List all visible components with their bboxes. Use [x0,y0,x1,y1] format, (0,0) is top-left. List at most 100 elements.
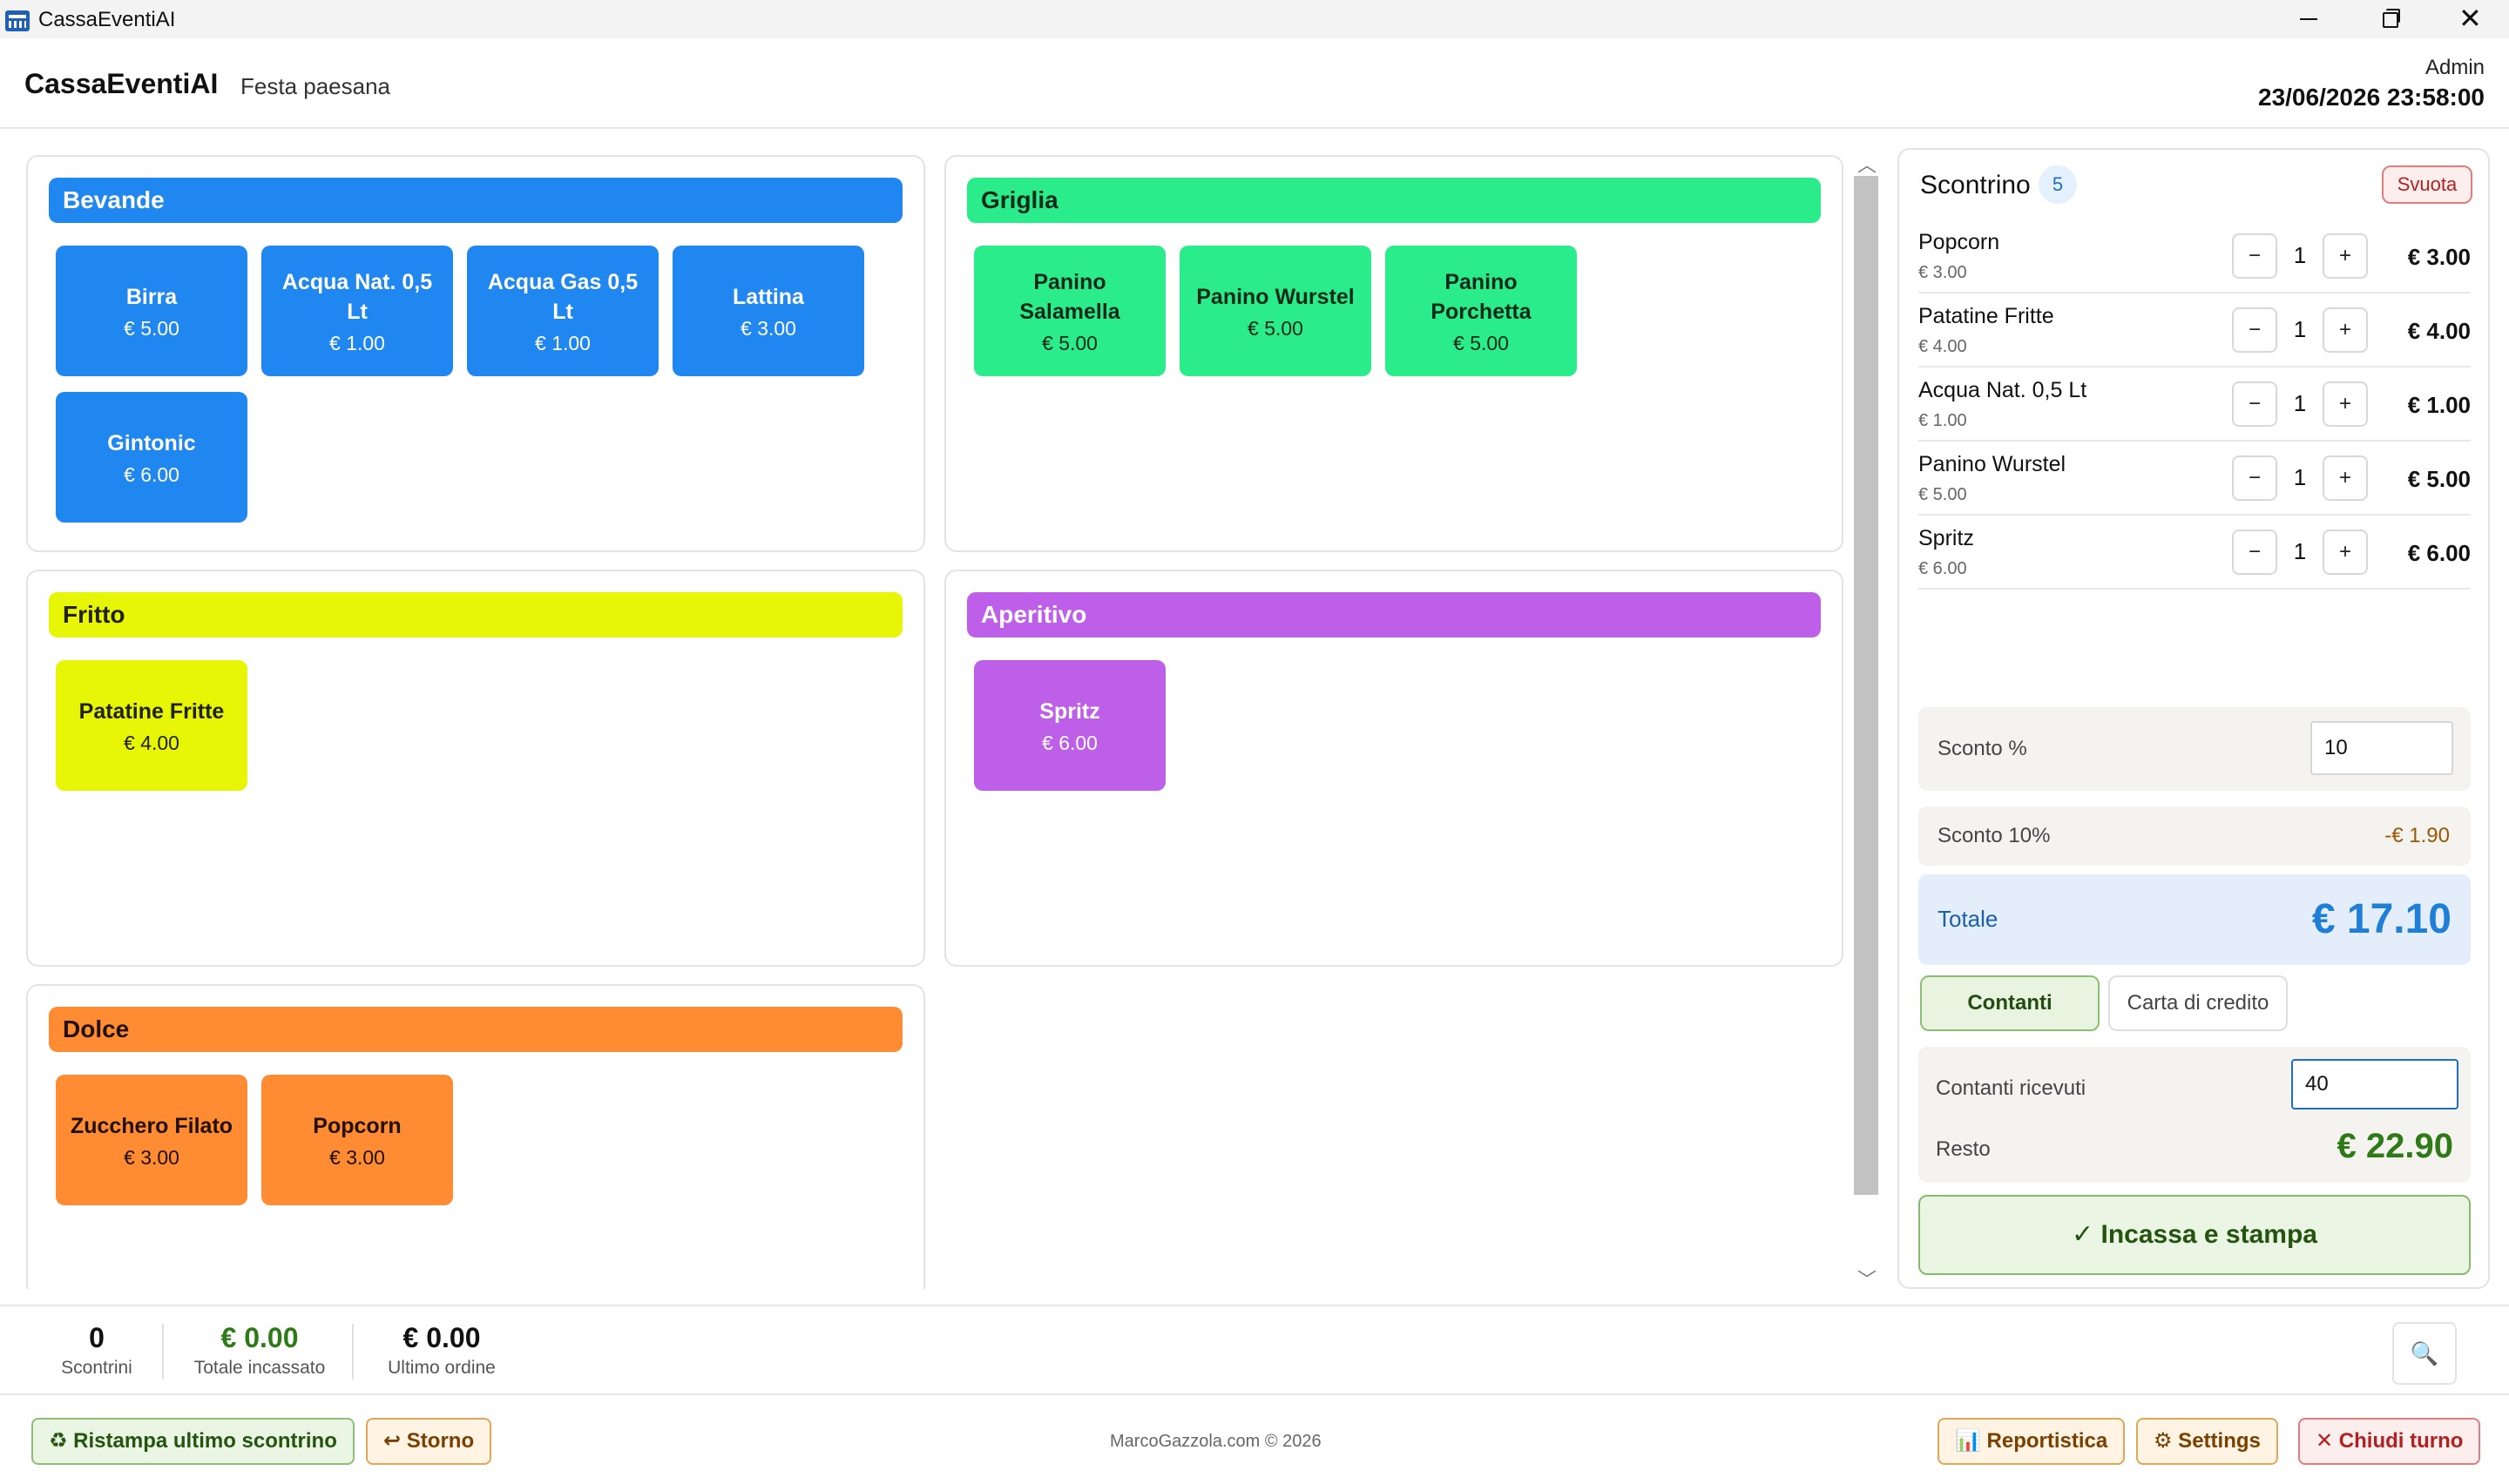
product-price: € 4.00 [124,731,179,754]
increase-qty-button[interactable]: + [2323,233,2368,279]
product-button[interactable]: Gintonic € 6.00 [56,392,247,523]
total-label: Totale [1938,906,1998,932]
stat-label: Ultimo ordine [388,1358,496,1378]
brand-title: CassaEventiAI [24,68,219,99]
bottom-toolbar: ♻ Ristampa ultimo scontrino ↩ Storno Mar… [0,1393,2509,1484]
close-window-button[interactable]: ✕ [2427,0,2507,38]
total-section: Totale € 17.10 [1918,874,2471,965]
close-shift-button[interactable]: ✕ Chiudi turno [2298,1418,2481,1465]
item-unit-price: € 3.00 [1918,263,1967,282]
item-name: Acqua Nat. 0,5 Lt [1918,378,2087,402]
decrease-qty-button[interactable]: − [2232,455,2277,501]
increase-qty-button[interactable]: + [2323,455,2368,501]
scroll-down-icon[interactable]: ﹀ [1857,1265,1877,1292]
product-button[interactable]: Birra € 5.00 [56,246,247,376]
product-name: Birra [125,284,178,309]
minimize-button[interactable] [2267,0,2347,38]
cash-section: Contanti ricevuti Resto € 22.90 [1918,1047,2471,1183]
receipt-item-row: Popcorn € 3.00 − 1 + € 3.00 [1918,219,2471,293]
decrease-qty-button[interactable]: − [2232,307,2277,353]
item-name: Popcorn [1918,230,2000,254]
stat-divider [352,1324,354,1379]
discount-line: Sconto 10% -€ 1.90 [1918,806,2471,866]
product-price: € 5.00 [1042,331,1098,354]
item-name: Panino Wurstel [1918,452,2066,476]
settings-button[interactable]: ⚙ Settings [2136,1418,2278,1465]
product-button[interactable]: Panino Wurstel € 5.00 [1180,246,1371,376]
stat-last-order: € 0.00 Ultimo ordine [376,1322,507,1379]
stat-label: Totale incassato [193,1358,326,1378]
item-line-total: € 3.00 [2407,244,2471,270]
receipt-title: Scontrino [1920,171,2031,199]
product-button[interactable]: Acqua Nat. 0,5 Lt € 1.00 [261,246,453,376]
product-button[interactable]: Patatine Fritte € 4.00 [56,660,247,791]
product-name: Panino Salamella [1019,269,1120,324]
scrollbar-thumb[interactable] [1854,176,1878,1195]
event-name: Festa paesana [240,73,391,99]
product-button[interactable]: Lattina € 3.00 [673,246,864,376]
category-header: Bevande [49,178,903,223]
change-value: € 22.90 [2337,1127,2453,1165]
decrease-qty-button[interactable]: − [2232,233,2277,279]
product-price: € 3.00 [741,316,796,340]
discount-input[interactable] [2310,721,2453,775]
product-price: € 1.00 [329,331,385,354]
category-header: Dolce [49,1007,903,1052]
product-price: € 6.00 [124,462,179,486]
stat-value: 0 [89,1322,105,1353]
item-qty: 1 [2293,464,2307,490]
product-button[interactable]: Panino Porchetta € 5.00 [1385,246,1577,376]
pay-card-button[interactable]: Carta di credito [2108,975,2288,1031]
cash-received-input[interactable] [2291,1059,2458,1110]
reprint-last-receipt-button[interactable]: ♻ Ristampa ultimo scontrino [31,1418,355,1465]
storno-button[interactable]: ↩ Storno [366,1418,492,1465]
item-qty: 1 [2293,538,2307,564]
product-button[interactable]: Acqua Gas 0,5 Lt € 1.00 [467,246,659,376]
reports-button[interactable]: 📊 Reportistica [1938,1418,2126,1465]
pay-cash-button[interactable]: Contanti [1920,975,2100,1031]
scroll-up-icon[interactable]: ︿ [1857,150,1877,178]
item-qty: 1 [2293,390,2307,416]
close-icon: ✕ [2458,3,2482,34]
clear-receipt-button[interactable]: Svuota [2382,165,2472,204]
products-scrollbar[interactable]: ︿ ﹀ [1850,150,1882,1292]
product-name: Spritz [1039,698,1100,724]
window-titlebar: CassaEventiAI ✕ [0,0,2509,38]
product-button[interactable]: Popcorn € 3.00 [261,1075,453,1205]
increase-qty-button[interactable]: + [2323,530,2368,575]
category-header: Griglia [967,178,1821,223]
search-icon: 🔍 [2410,1340,2439,1366]
product-button[interactable]: Zucchero Filato € 3.00 [56,1075,247,1205]
maximize-button[interactable] [2347,0,2427,38]
category-panel-bevande: Bevande Birra € 5.00 Acqua Nat. 0,5 Lt € 1… [26,155,925,552]
increase-qty-button[interactable]: + [2323,307,2368,353]
receipt-item-row: Panino Wurstel € 5.00 − 1 + € 5.00 [1918,442,2471,516]
app-header: CassaEventiAI Festa paesana Admin 23/06/… [0,38,2509,129]
pay-and-print-button[interactable]: ✓ Incassa e stampa [1918,1195,2471,1275]
category-panel-dolce: Dolce Zucchero Filato € 3.00 Popcorn € 3.0… [26,984,925,1289]
item-line-total: € 5.00 [2407,466,2471,492]
product-button[interactable]: Panino Salamella € 5.00 [974,246,1166,376]
item-line-total: € 1.00 [2407,392,2471,418]
product-price: € 5.00 [1453,331,1509,354]
decrease-qty-button[interactable]: − [2232,530,2277,575]
discount-label: Sconto % [1938,737,2027,760]
product-name: Panino Porchetta [1430,269,1532,324]
item-unit-price: € 5.00 [1918,485,1967,504]
increase-qty-button[interactable]: + [2323,381,2368,427]
product-button[interactable]: Spritz € 6.00 [974,660,1166,791]
category-header: Aperitivo [967,592,1821,637]
category-panel-aperitivo: Aperitivo Spritz € 6.00 [944,570,1843,967]
item-name: Patatine Fritte [1918,304,2054,328]
decrease-qty-button[interactable]: − [2232,381,2277,427]
receipt-items: Popcorn € 3.00 − 1 + € 3.00 Patatine Fri… [1918,219,2471,590]
product-price: € 1.00 [535,331,591,354]
item-unit-price: € 4.00 [1918,337,1967,356]
receipt-count-badge: 5 [2039,165,2077,204]
product-name: Panino Wurstel [1196,284,1355,309]
item-qty: 1 [2293,242,2307,268]
current-datetime: 23/06/2026 23:58:00 [2258,84,2485,111]
search-button[interactable]: 🔍 [2392,1322,2457,1385]
product-name: Acqua Nat. 0,5 Lt [281,269,433,324]
item-line-total: € 4.00 [2407,318,2471,344]
